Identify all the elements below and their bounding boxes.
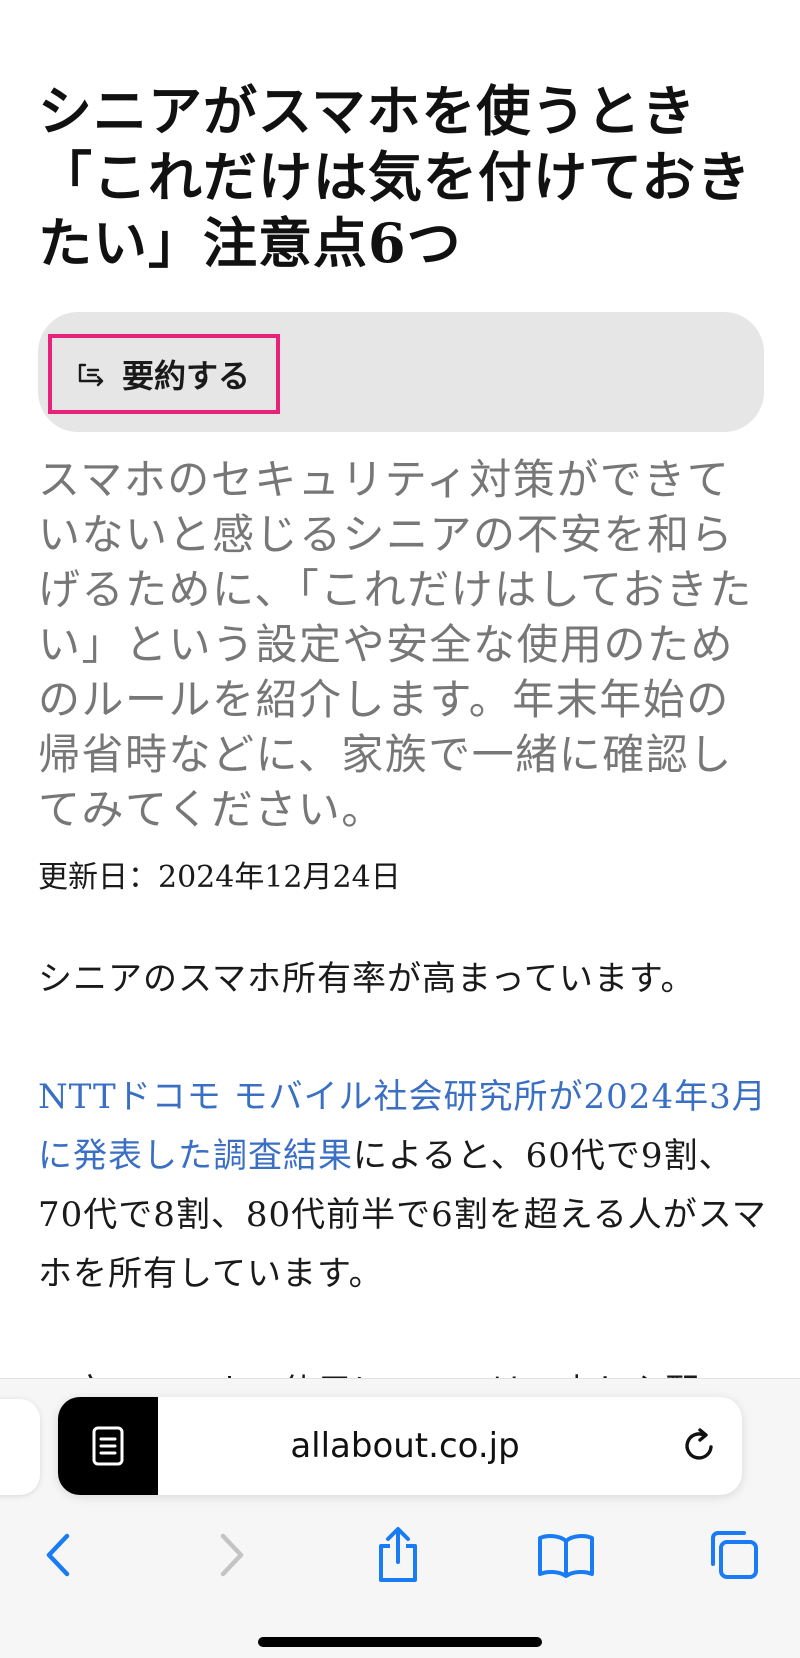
url-text[interactable]: allabout.co.jp [158, 1397, 652, 1495]
share-icon [379, 1527, 417, 1582]
browser-toolbar [0, 1509, 800, 1609]
bookmarks-book-icon [538, 1534, 594, 1578]
tabs-button[interactable] [702, 1523, 766, 1587]
summary-list-icon [78, 363, 104, 387]
back-button[interactable] [26, 1523, 90, 1587]
back-chevron-icon [46, 1533, 70, 1577]
reload-icon [685, 1428, 713, 1460]
article-title: シニアがスマホを使うとき「これだけは気を付けておきたい」注意点6つ [38, 79, 752, 275]
forward-button[interactable] [200, 1523, 264, 1587]
reader-mode-icon [92, 1426, 124, 1466]
summarize-label: 要約する [122, 357, 251, 395]
summarize-button[interactable]: 要約する [48, 334, 280, 414]
home-indicator [258, 1637, 542, 1647]
paragraph-2: NTTドコモ モバイル社会研究所が2024年3月に発表した調査結果によると、60… [38, 1068, 768, 1304]
address-bar[interactable]: allabout.co.jp [58, 1397, 742, 1495]
bookmarks-button[interactable] [534, 1523, 598, 1587]
reader-mode-button[interactable] [58, 1397, 158, 1495]
updated-date: 更新日：2024年12月24日 [38, 860, 401, 895]
browser-bottom-chrome: allabout.co.jp [0, 1378, 800, 1658]
paragraph-1: シニアのスマホ所有率が高まっています。 [38, 959, 696, 999]
summary-bar: 要約する [38, 312, 764, 432]
page: シニアがスマホを使うとき「これだけは気を付けておきたい」注意点6つ 要約する ス… [0, 0, 800, 1658]
forward-chevron-icon [220, 1533, 244, 1577]
tabs-icon [711, 1531, 758, 1579]
reload-button[interactable] [680, 1426, 720, 1466]
share-button[interactable] [366, 1523, 430, 1587]
previous-tab-preview[interactable] [0, 1399, 40, 1495]
article-lead: スマホのセキュリティ対策ができていないと感じるシニアの不安を和らげるために、「こ… [38, 455, 753, 834]
